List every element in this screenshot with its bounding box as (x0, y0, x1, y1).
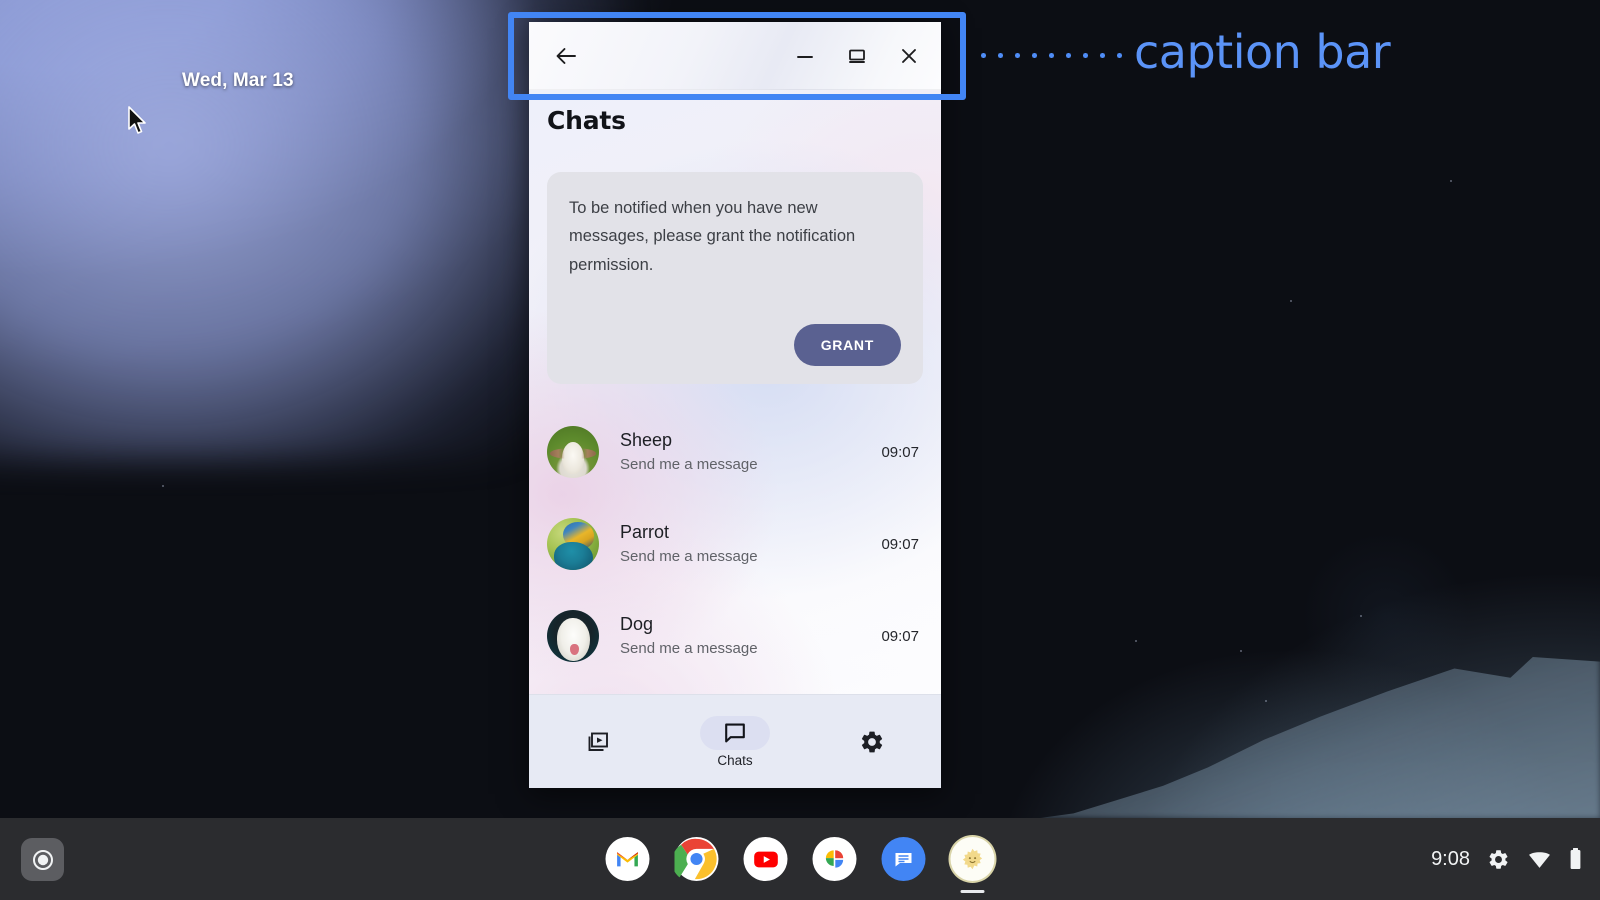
wallpaper-star (1290, 300, 1292, 302)
chat-contact-name: Parrot (620, 521, 670, 542)
minimize-icon (797, 55, 813, 58)
chat-item-text: Dog Send me a message (620, 612, 881, 660)
nav-pill-videos (563, 725, 633, 759)
app-content: Chats To be notified when you have new m… (529, 90, 941, 788)
tray-clock[interactable]: 9:08 (1431, 848, 1470, 871)
chat-list-item[interactable]: Parrot Send me a message 09:07 (529, 498, 941, 590)
chat-bubble-icon (725, 723, 745, 742)
wallpaper-glow (0, 0, 620, 460)
restore-window-icon (849, 49, 865, 63)
shelf-app-chat-app[interactable] (950, 837, 995, 893)
nav-item-settings[interactable] (804, 725, 941, 759)
dotted-leader-line (975, 53, 1130, 58)
chat-message-preview: Send me a message (620, 456, 758, 474)
system-tray[interactable]: 9:08 (1431, 818, 1582, 900)
nav-pill-settings (837, 725, 907, 759)
shelf-app-gmail[interactable] (605, 837, 650, 881)
chat-message-preview: Send me a message (620, 640, 758, 658)
chat-timestamp: 09:07 (881, 627, 919, 645)
caption-bar[interactable] (529, 22, 941, 90)
photos-icon (825, 850, 844, 868)
nav-item-videos[interactable] (529, 725, 666, 759)
wallpaper-star (1360, 615, 1362, 617)
chat-contact-name: Dog (620, 613, 654, 634)
grant-button[interactable]: GRANT (793, 324, 901, 366)
launcher-button[interactable] (21, 838, 64, 881)
app-window[interactable]: Chats To be notified when you have new m… (529, 22, 941, 788)
page-title: Chats (547, 106, 626, 135)
bottom-navigation-bar: Chats (529, 694, 941, 788)
chat-item-text: Parrot Send me a message (620, 520, 881, 568)
chat-list-item[interactable]: Sheep Send me a message 09:07 (529, 406, 941, 498)
wallpaper-star (1265, 700, 1267, 702)
chat-message-preview: Send me a message (620, 548, 758, 566)
annotation-label: caption bar (1134, 25, 1391, 79)
nav-pill-chats (699, 715, 770, 750)
wifi-icon[interactable] (1527, 847, 1552, 872)
shelf: 9:08 (0, 818, 1600, 900)
wallpaper-star (1240, 650, 1242, 652)
settings-gear-icon (862, 731, 883, 752)
launcher-circle-icon (32, 849, 53, 870)
sun-app-icon (962, 848, 983, 870)
parrot-avatar (547, 518, 599, 570)
wallpaper-star (1135, 640, 1137, 642)
chrome-icon (674, 838, 717, 880)
shelf-app-list (605, 818, 995, 900)
chat-contact-name: Sheep (620, 429, 673, 450)
chat-timestamp: 09:07 (881, 443, 919, 461)
arrow-cursor-icon (128, 106, 146, 134)
youtube-icon (753, 851, 778, 867)
restore-window-button[interactable] (831, 28, 883, 84)
minimize-button[interactable] (779, 28, 831, 84)
nav-item-chats[interactable]: Chats (666, 715, 803, 768)
shelf-app-chrome[interactable] (674, 837, 719, 881)
sheep-avatar (547, 426, 599, 478)
wallpaper-landform (1040, 657, 1600, 818)
chat-list-item[interactable]: Dog Send me a message 09:07 (529, 590, 941, 682)
close-button[interactable] (883, 28, 935, 84)
back-arrow-icon (556, 47, 576, 64)
chat-list: Sheep Send me a message 09:07 Parrot Sen… (529, 406, 941, 694)
wallpaper-star (1450, 180, 1452, 182)
chat-timestamp: 09:07 (881, 535, 919, 553)
shelf-app-youtube[interactable] (743, 837, 788, 881)
gear-icon[interactable] (1487, 848, 1510, 871)
messages-icon (895, 853, 912, 867)
wallpaper-star (162, 485, 164, 487)
battery-icon[interactable] (1569, 847, 1582, 872)
video-library-icon (588, 732, 608, 751)
permission-message: To be notified when you have new message… (569, 199, 856, 274)
desktop-date: Wed, Mar 13 (182, 70, 294, 91)
dog-avatar (547, 610, 599, 662)
back-button[interactable] (539, 28, 595, 84)
nav-label-chats: Chats (717, 752, 753, 768)
app-running-indicator (960, 890, 985, 893)
shelf-app-photos[interactable] (812, 837, 857, 881)
gmail-icon (617, 852, 638, 867)
close-icon (902, 48, 916, 63)
chat-item-text: Sheep Send me a message (620, 428, 881, 476)
notification-permission-card: To be notified when you have new message… (547, 172, 923, 384)
shelf-app-messages[interactable] (881, 837, 926, 881)
